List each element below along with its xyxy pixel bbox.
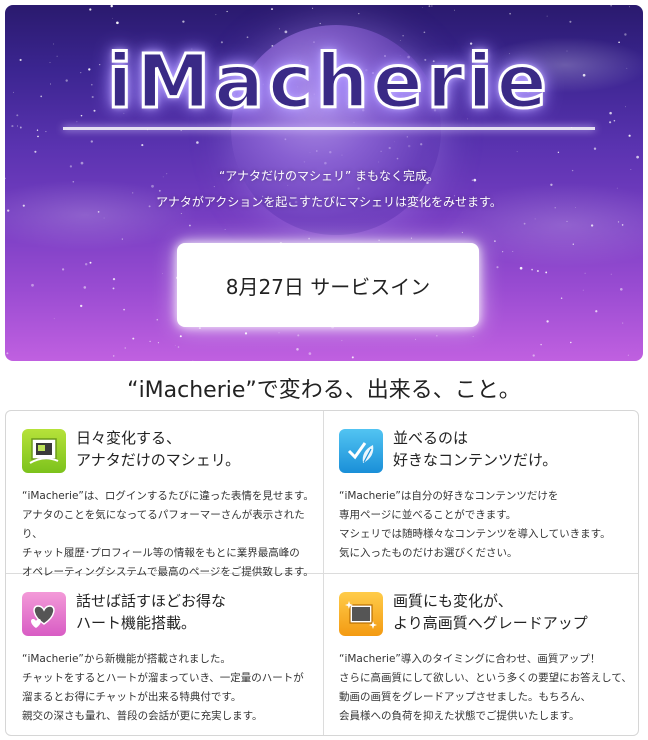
feature-card-daily-change: 日々変化する、 アナタだけのマシェリ。 “iMacherie”は、ログインするた… bbox=[6, 411, 323, 578]
tagline-line1: “アナタだけのマシェリ” まもなく完成。 bbox=[218, 169, 439, 183]
feature-title: 画質にも変化が、 より高画質へグレードアップ bbox=[393, 592, 588, 632]
section-headline: “iMacherie”で変わる、出来る、こと。 bbox=[127, 378, 521, 403]
logo-underline bbox=[63, 127, 595, 130]
feature-title: 日々変化する、 アナタだけのマシェリ。 bbox=[76, 429, 241, 469]
feature-card-high-quality: 画質にも変化が、 より高画質へグレードアップ “iMacherie”導入のタイミ… bbox=[323, 574, 640, 736]
feature-title: 話せば話すほどお得な ハート機能搭載。 bbox=[76, 592, 227, 632]
launch-date-box: 8月27日 サービスイン bbox=[177, 243, 479, 327]
feature-description: “iMacherie”は自分の好きなコンテンツだけを 専用ページに並べることがで… bbox=[339, 490, 611, 559]
sparkle-screen-icon bbox=[339, 592, 383, 636]
hearts-icon bbox=[22, 592, 66, 636]
checkmark-leaf-icon bbox=[339, 429, 383, 473]
feature-description: “iMacherie”は、ログインするたびに違った表情を見せます。 アナタのこと… bbox=[22, 490, 314, 578]
feature-description: “iMacherie”から新機能が搭載されました。 チャットをするとハートが溜ま… bbox=[22, 653, 304, 722]
photo-frame-icon bbox=[22, 429, 66, 473]
feature-title: 並べるのは 好きなコンテンツだけ。 bbox=[393, 429, 558, 469]
feature-card-heart-function: 話せば話すほどお得な ハート機能搭載。 “iMacherie”から新機能が搭載さ… bbox=[6, 574, 323, 736]
features-grid: 日々変化する、 アナタだけのマシェリ。 “iMacherie”は、ログインするた… bbox=[5, 410, 639, 736]
hero-banner: iMacherie “アナタだけのマシェリ” まもなく完成。 アナタがアクション… bbox=[5, 5, 643, 361]
feature-description: “iMacherie”導入のタイミングに合わせ、画質アップ！ さらに高画質にして… bbox=[339, 653, 632, 722]
tagline-line2: アナタがアクションを起こすたびにマシェリは変化をみせます。 bbox=[156, 195, 502, 209]
launch-date: 8月27日 サービスイン bbox=[225, 274, 431, 299]
logo: iMacherie bbox=[106, 38, 551, 127]
feature-card-favorite-contents: 並べるのは 好きなコンテンツだけ。 “iMacherie”は自分の好きなコンテン… bbox=[323, 411, 640, 573]
